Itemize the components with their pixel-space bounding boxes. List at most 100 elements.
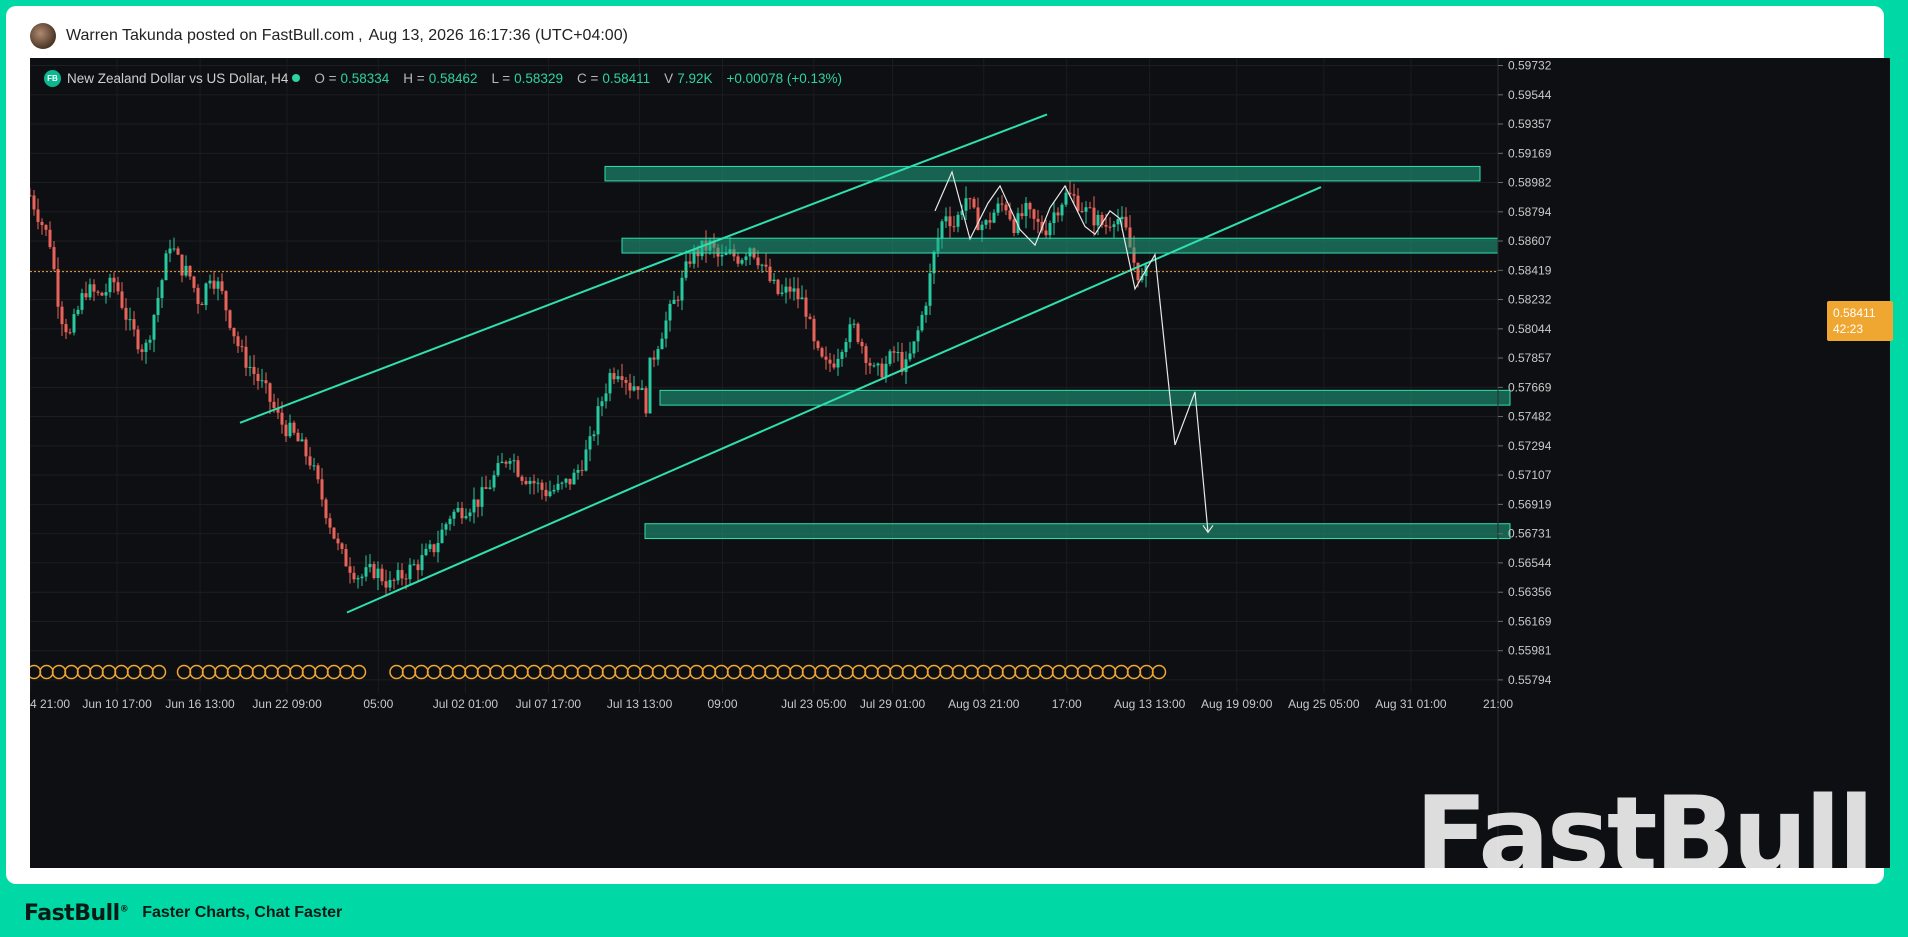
candle-body (856, 323, 860, 342)
candle-body (740, 260, 744, 264)
event-marker-icon (676, 664, 692, 680)
candle-body (428, 544, 432, 549)
candle-body (76, 309, 80, 315)
avatar[interactable] (30, 23, 56, 49)
event-marker-icon (126, 664, 142, 680)
candle-body (568, 478, 572, 485)
x-tick-label-15: Aug 25 05:00 (1288, 697, 1360, 711)
candle-body (920, 314, 924, 331)
candle-body (620, 376, 624, 380)
candle-body (324, 499, 328, 519)
candle-body (316, 465, 320, 480)
candle-body (804, 297, 808, 317)
candle-body (1044, 230, 1048, 236)
author-name[interactable]: Warren Takunda (66, 27, 183, 45)
candle-body (820, 348, 824, 357)
footer-slogan: Faster Charts, Chat Faster (142, 904, 343, 921)
candle-body (1084, 207, 1088, 212)
candle-body (32, 195, 36, 210)
candle-body (648, 357, 652, 414)
event-marker-icon (1039, 664, 1054, 680)
event-marker-icon (1026, 664, 1042, 680)
candle-body (552, 489, 556, 492)
fastbull-logo-icon: FB (44, 69, 61, 87)
chart-legend: FB New Zealand Dollar vs US Dollar, H4 O… (44, 68, 856, 88)
event-marker-icon (1139, 664, 1154, 680)
candle-body (916, 330, 920, 342)
candle-body (768, 266, 772, 282)
candle-body (616, 376, 620, 380)
zone-3 (644, 523, 1511, 540)
candle-body (996, 203, 1000, 213)
candle-body (800, 297, 804, 300)
candle-body (564, 478, 568, 483)
symbol-title[interactable]: New Zealand Dollar vs US Dollar, H4 (67, 71, 288, 86)
candle-body (1008, 210, 1012, 220)
event-marker-icon (239, 664, 254, 680)
low-value: 0.58329 (514, 70, 563, 86)
candle-body (1092, 207, 1096, 226)
candle-body (992, 212, 996, 223)
y-tick-label-2: 0.59357 (1508, 117, 1552, 131)
event-marker-icon (951, 664, 967, 680)
candle-body (340, 543, 344, 549)
candle-body (1048, 223, 1052, 236)
candle-body (532, 480, 536, 484)
candle-body (204, 283, 208, 306)
candle-body (540, 482, 544, 490)
candle-body (80, 293, 84, 310)
candle-body (184, 265, 188, 276)
candle-body (1064, 192, 1068, 205)
candle-body (292, 422, 296, 433)
candle-body (884, 363, 888, 378)
candle-body (796, 288, 800, 300)
x-tick-label-7: Jul 13 13:00 (607, 697, 673, 711)
candle-body (504, 461, 508, 464)
event-marker-icon (201, 664, 217, 680)
candle-body (508, 461, 512, 464)
candle-body (852, 323, 856, 325)
event-marker-icon (689, 664, 704, 680)
candle-body (736, 256, 740, 264)
candle-body (788, 286, 792, 292)
candle-body (200, 303, 204, 306)
event-marker-icon (864, 664, 879, 680)
candle-body (688, 261, 692, 264)
candle-body (476, 499, 480, 507)
chart-panel[interactable]: 0.59732 0.59544 0.59357 0.59169 0.58982 0.587… (30, 58, 1893, 889)
event-marker-icon (30, 664, 42, 680)
footer-logo[interactable]: FastBull® (24, 900, 129, 926)
candle-body (940, 221, 944, 239)
candle-body (656, 349, 660, 360)
low-label: L = (491, 70, 511, 86)
candle-body (52, 247, 56, 270)
candle-body (928, 273, 932, 306)
candle-body (68, 332, 72, 334)
candle-body (1116, 219, 1120, 225)
candle-body (664, 320, 668, 339)
event-marker-icon (626, 664, 642, 680)
x-tick-label-8: 09:00 (708, 697, 738, 711)
event-marker-icon (89, 664, 104, 680)
event-marker-icon (1051, 664, 1067, 680)
y-tick-label-15: 0.56919 (1508, 497, 1552, 511)
candle-body (116, 282, 120, 292)
candle-body (272, 401, 276, 409)
candle-body (772, 279, 776, 282)
event-marker-icon (601, 664, 617, 680)
event-marker-icon (464, 664, 479, 680)
candle-body (464, 516, 468, 519)
candle-body (260, 380, 264, 382)
candle-body (64, 324, 68, 333)
event-marker-icon (964, 664, 979, 680)
event-marker-icon (751, 664, 767, 680)
event-marker-icon (714, 664, 729, 680)
price-chart[interactable]: 0.59732 0.59544 0.59357 0.59169 0.58982 0.587… (30, 58, 1890, 868)
y-tick-label-21: 0.55794 (1508, 673, 1552, 687)
footer-logo-text: FastBull (24, 900, 120, 926)
candle-body (304, 439, 308, 457)
candle-body (588, 436, 592, 450)
candle-body (60, 306, 64, 325)
candle-body (496, 463, 500, 476)
current-price-value: 0.58411 (1833, 306, 1876, 320)
